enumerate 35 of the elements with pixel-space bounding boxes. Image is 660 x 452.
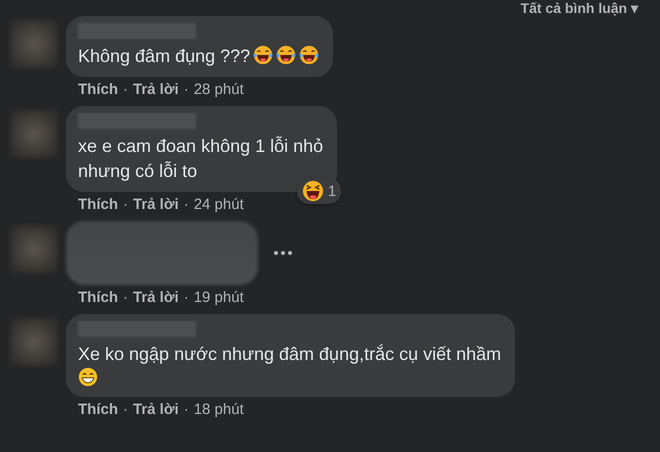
separator-dot: · (123, 400, 128, 420)
action-link[interactable]: Thích (78, 80, 118, 100)
avatar-placeholder (10, 225, 58, 273)
comment-text: Xe ko ngập nước nhưng đâm đụng,trắc cụ viết nhầm (78, 343, 502, 366)
separator-dot: · (184, 195, 189, 215)
action-link[interactable]: Trả lời (133, 400, 179, 420)
comment-text: Không đâm đụng ??? (78, 44, 320, 69)
sort-dropdown[interactable]: Tất cả bình luận ▾ (520, 0, 638, 17)
grinning-emoji-icon (78, 367, 98, 387)
more-icon[interactable] (274, 251, 292, 255)
comment-time[interactable]: 24 phút (194, 195, 244, 215)
reaction-badge[interactable]: 1 (296, 178, 342, 204)
separator-dot: · (184, 288, 189, 308)
action-link[interactable]: Thích (78, 400, 118, 420)
comment-time[interactable]: 28 phút (194, 80, 244, 100)
reaction-count: 1 (328, 182, 336, 200)
separator-dot: · (184, 80, 189, 100)
separator-dot: · (184, 400, 189, 420)
action-link[interactable]: Thích (78, 288, 118, 308)
avatar-placeholder (10, 110, 58, 158)
laughing-tears-emoji-icon (299, 45, 320, 65)
comment-time[interactable]: 18 phút (194, 400, 244, 420)
action-link[interactable]: Trả lời (133, 288, 179, 308)
action-link[interactable]: Thích (78, 195, 118, 215)
avatar-placeholder (10, 20, 58, 68)
separator-dot: · (123, 288, 128, 308)
action-link[interactable]: Trả lời (133, 195, 179, 215)
avatar-placeholder (10, 318, 58, 366)
laughing-tears-emoji-icon (276, 45, 296, 65)
comment-time[interactable]: 19 phút (194, 288, 244, 308)
separator-dot: · (123, 80, 128, 100)
separator-dot: · (123, 195, 128, 215)
action-link[interactable]: Trả lời (133, 80, 179, 100)
laughing-emoji-icon (302, 180, 324, 202)
laughing-tears-emoji-icon (253, 45, 274, 65)
